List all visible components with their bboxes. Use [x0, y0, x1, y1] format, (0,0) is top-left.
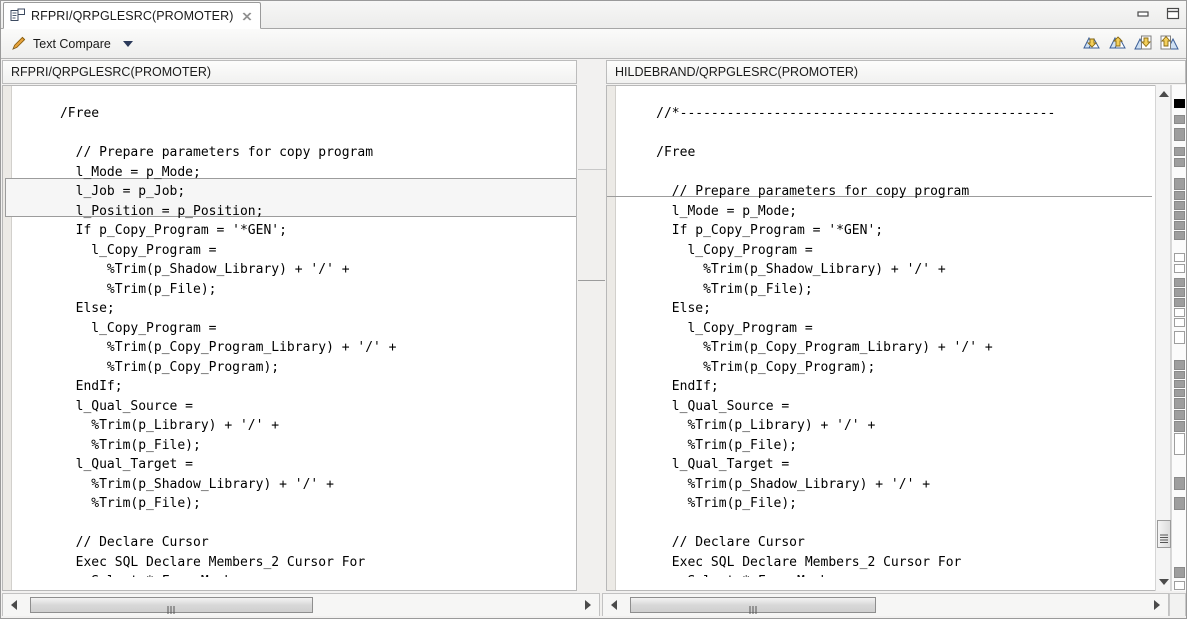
right-pane-header: HILDEBRAND/QRPGLESRC(PROMOTER): [606, 60, 1186, 84]
previous-change-button[interactable]: [1158, 32, 1180, 54]
difference-marker[interactable]: [1174, 201, 1185, 210]
right-horizontal-scrollbar-thumb[interactable]: [630, 597, 876, 614]
difference-marker[interactable]: [1174, 211, 1185, 220]
difference-marker[interactable]: [1174, 410, 1185, 420]
scrollbar-grip-icon: [749, 601, 758, 614]
editor-tab-title: RFPRI/QRPGLESRC(PROMOTER): [31, 8, 234, 23]
left-pane-header: RFPRI/QRPGLESRC(PROMOTER): [2, 60, 577, 84]
difference-marker[interactable]: [1174, 380, 1185, 388]
difference-marker[interactable]: [1174, 360, 1185, 370]
scroll-down-arrow-icon[interactable]: [1156, 575, 1172, 589]
difference-marker[interactable]: [1174, 398, 1185, 409]
right-source-code[interactable]: //*-------------------------------------…: [617, 99, 1185, 577]
difference-marker[interactable]: [1174, 99, 1185, 108]
difference-marker[interactable]: [1174, 567, 1185, 578]
vertical-scrollbar-thumb[interactable]: [1157, 520, 1171, 548]
difference-marker[interactable]: [1174, 308, 1185, 317]
difference-marker[interactable]: [1174, 191, 1185, 200]
left-source-pane[interactable]: /Free // Prepare parameters for copy pro…: [2, 85, 577, 591]
compare-mode-selector[interactable]: Text Compare: [10, 35, 133, 52]
difference-overview-ruler[interactable]: [1171, 85, 1186, 591]
scrollbar-grip-icon: [167, 601, 176, 614]
left-pane-title: RFPRI/QRPGLESRC(PROMOTER): [11, 65, 212, 79]
right-source-pane[interactable]: //*-------------------------------------…: [606, 85, 1186, 591]
pane-headers: RFPRI/QRPGLESRC(PROMOTER) HILDEBRAND/QRP…: [2, 60, 1186, 84]
pencil-icon: [10, 35, 27, 52]
editor-tab-bar: RFPRI/QRPGLESRC(PROMOTER): [1, 1, 1186, 29]
left-source-code[interactable]: /Free // Prepare parameters for copy pro…: [13, 99, 576, 577]
scrollbar-corner: [1169, 593, 1186, 617]
minimize-button[interactable]: [1134, 6, 1152, 22]
difference-marker[interactable]: [1174, 128, 1185, 141]
left-horizontal-scrollbar[interactable]: [2, 593, 600, 617]
difference-marker[interactable]: [1174, 433, 1185, 455]
difference-marker[interactable]: [1174, 288, 1185, 297]
compare-editor-area: /Free // Prepare parameters for copy pro…: [2, 85, 1186, 618]
maximize-button[interactable]: [1164, 6, 1182, 22]
chevron-down-icon[interactable]: [122, 40, 133, 47]
difference-marker[interactable]: [1174, 115, 1185, 124]
difference-marker[interactable]: [1174, 371, 1185, 379]
compare-divider-canvas[interactable]: [578, 169, 606, 618]
scroll-left-arrow-icon[interactable]: [6, 597, 22, 613]
difference-marker[interactable]: [1174, 298, 1185, 307]
left-horizontal-scrollbar-thumb[interactable]: [30, 597, 313, 614]
next-difference-button[interactable]: [1080, 32, 1102, 54]
right-pane-gutter[interactable]: [607, 86, 616, 590]
window-controls: [1134, 3, 1182, 25]
right-pane-title: HILDEBRAND/QRPGLESRC(PROMOTER): [615, 65, 859, 79]
scroll-left-arrow-icon[interactable]: [606, 597, 622, 613]
difference-marker[interactable]: [1174, 318, 1185, 327]
difference-marker[interactable]: [1174, 221, 1185, 230]
difference-marker[interactable]: [1174, 581, 1185, 590]
difference-marker[interactable]: [1174, 231, 1185, 240]
window-status-strip: [2, 616, 1186, 618]
difference-marker[interactable]: [1174, 497, 1185, 510]
difference-marker[interactable]: [1174, 147, 1185, 156]
difference-marker[interactable]: [1174, 278, 1185, 287]
difference-marker[interactable]: [1174, 477, 1185, 490]
difference-marker[interactable]: [1174, 264, 1185, 273]
previous-difference-button[interactable]: [1106, 32, 1128, 54]
scroll-right-arrow-icon[interactable]: [1149, 597, 1165, 613]
next-change-button[interactable]: [1132, 32, 1154, 54]
scrollbar-grip-icon: [1160, 530, 1168, 543]
difference-marker[interactable]: [1174, 421, 1185, 432]
difference-marker[interactable]: [1174, 178, 1185, 190]
difference-marker[interactable]: [1174, 331, 1185, 344]
scroll-up-arrow-icon[interactable]: [1156, 87, 1172, 101]
compare-toolbar: Text Compare: [1, 29, 1186, 59]
left-pane-gutter[interactable]: [3, 86, 12, 590]
compare-mode-label: Text Compare: [33, 36, 111, 51]
compare-editor-icon: [10, 8, 26, 24]
compare-navigation-actions: [1080, 32, 1180, 54]
vertical-scrollbar[interactable]: [1155, 85, 1171, 591]
difference-marker[interactable]: [1174, 158, 1185, 167]
difference-marker[interactable]: [1174, 253, 1185, 262]
difference-connector-line: [578, 280, 605, 281]
right-horizontal-scrollbar[interactable]: [602, 593, 1169, 617]
close-icon[interactable]: [241, 10, 253, 22]
compare-editor-window: RFPRI/QRPGLESRC(PROMOTER) Text Compare R…: [0, 0, 1187, 619]
editor-tab[interactable]: RFPRI/QRPGLESRC(PROMOTER): [3, 2, 261, 29]
left-diff-gutter-marker: [5, 178, 13, 217]
difference-marker[interactable]: [1174, 389, 1185, 397]
scroll-right-arrow-icon[interactable]: [580, 597, 596, 613]
